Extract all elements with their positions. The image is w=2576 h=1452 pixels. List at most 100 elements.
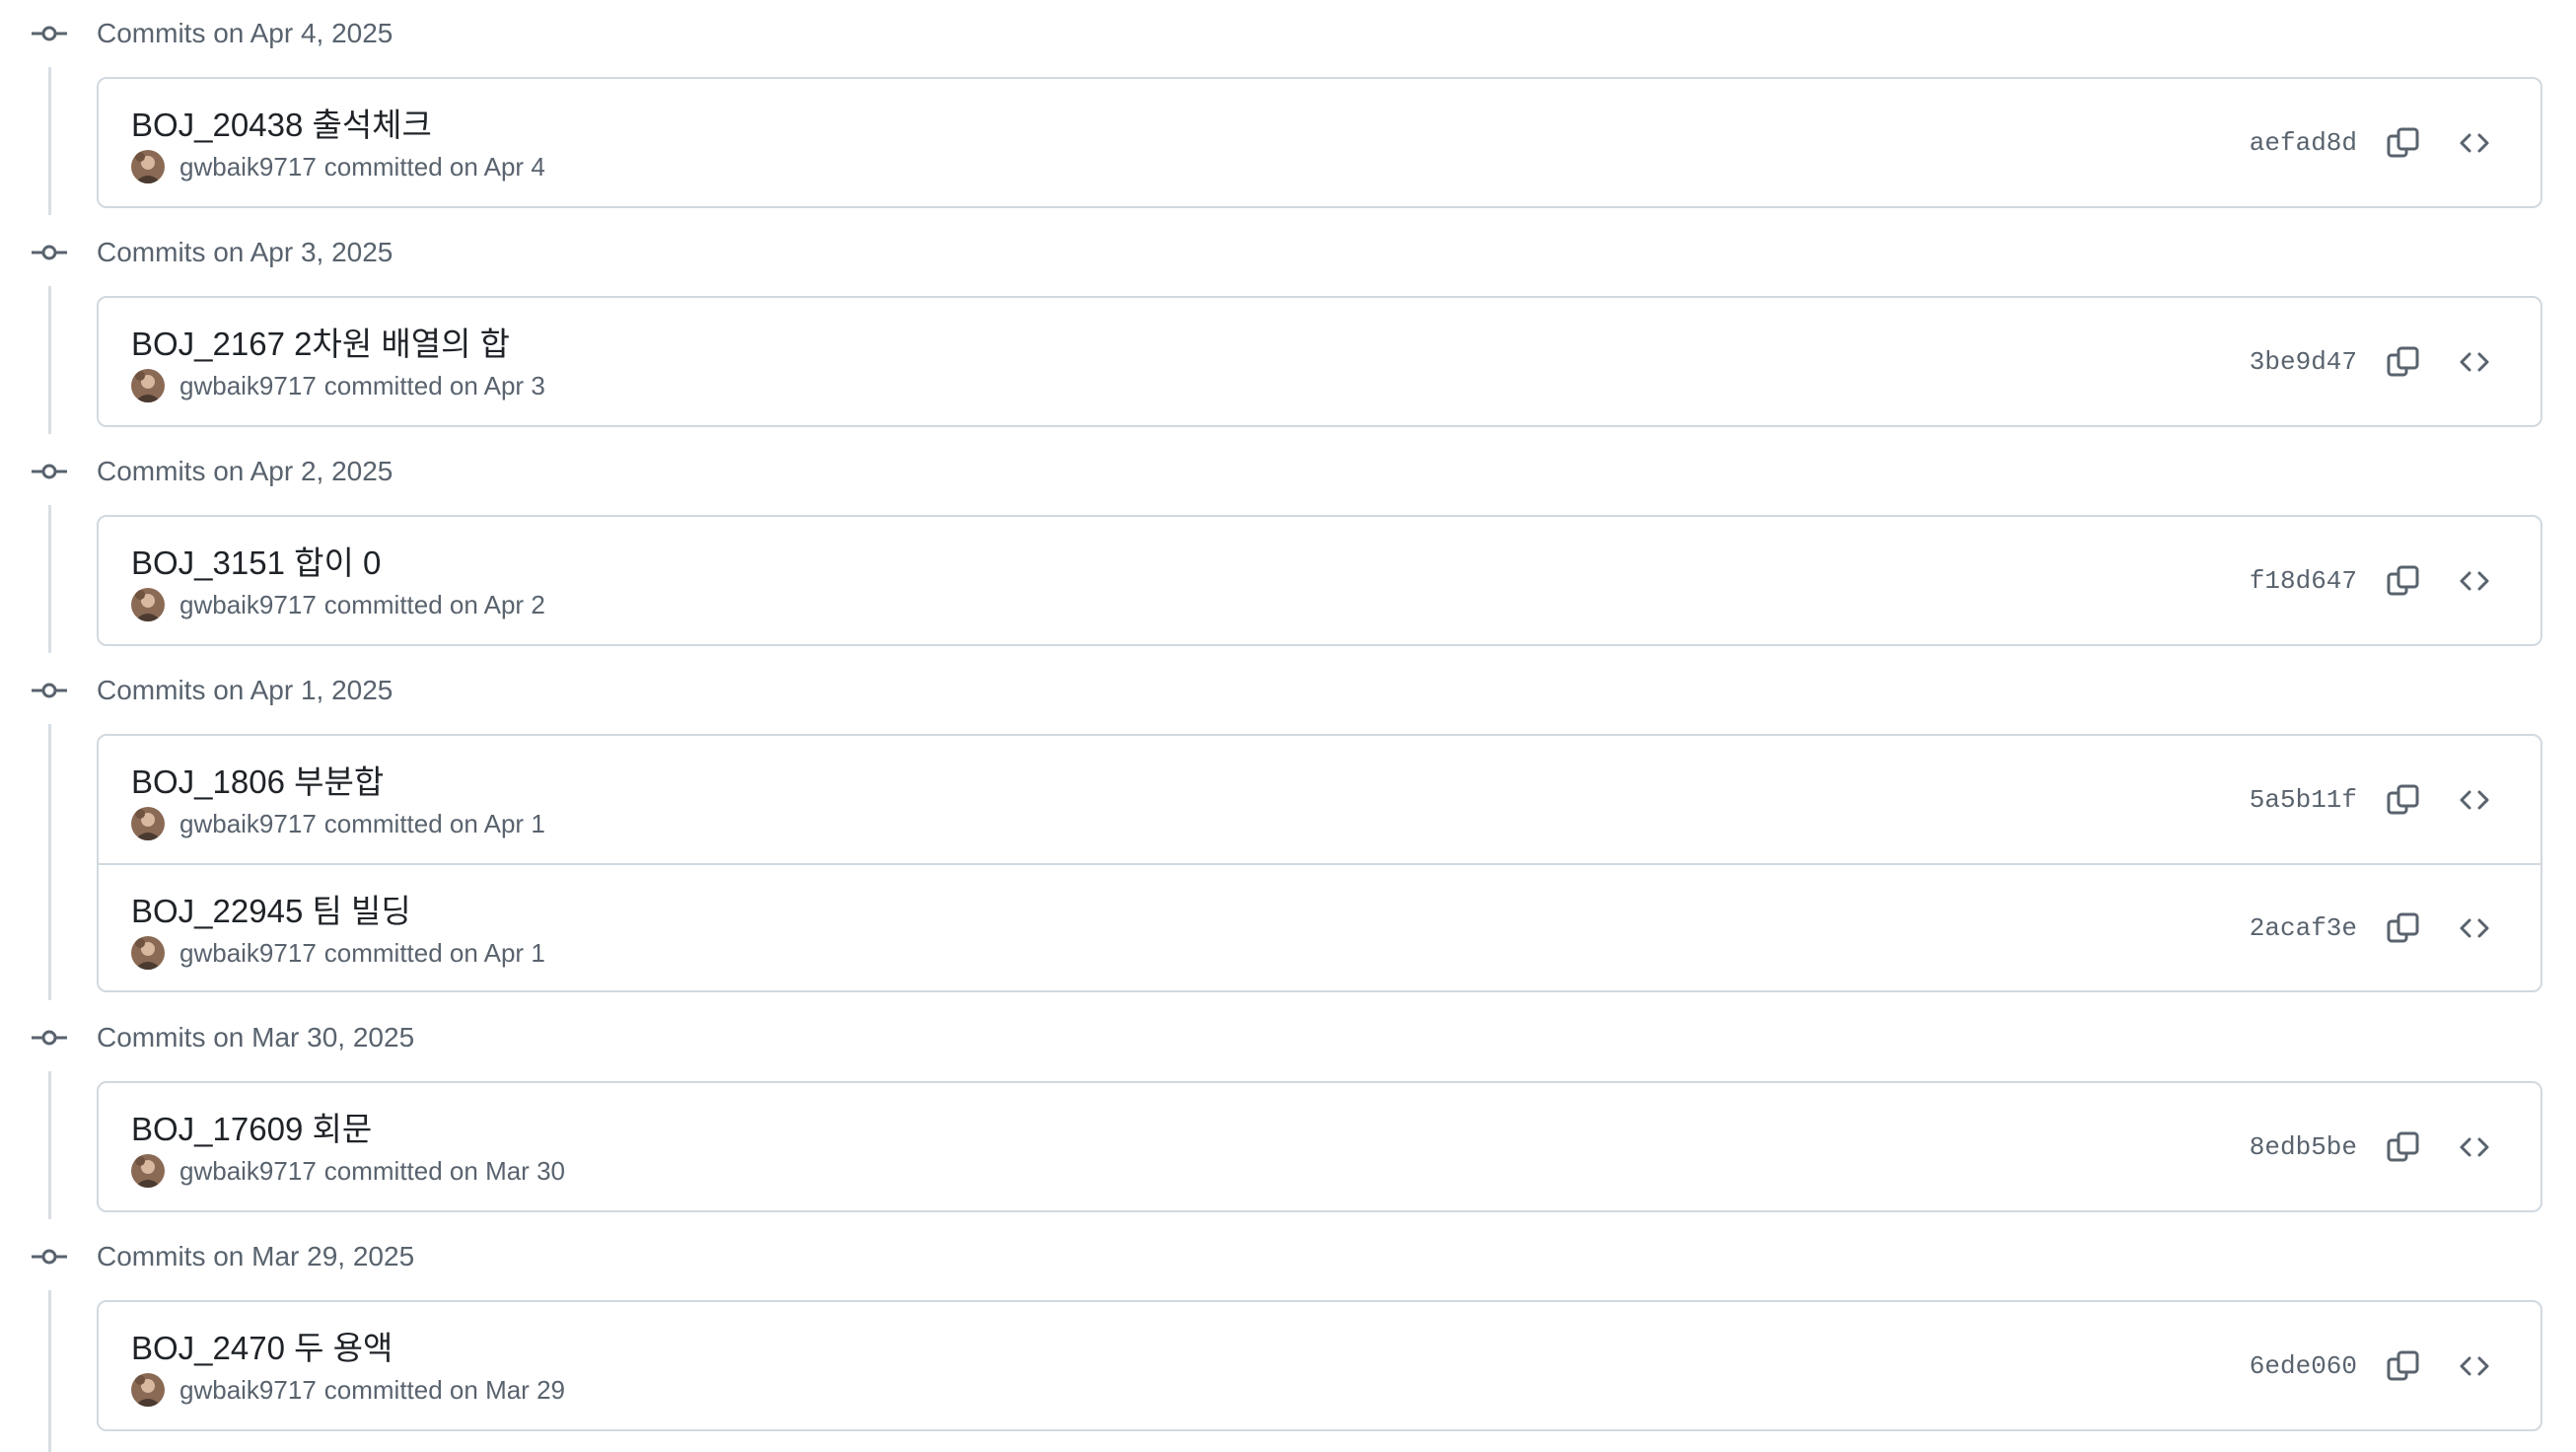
commit-meta: gwbaik9717 committed on Apr 4 bbox=[131, 150, 545, 183]
commit-row: BOJ_2167 2차원 배열의 합 gwbaik9717 committed … bbox=[99, 298, 2540, 425]
commit-row: BOJ_20438 출석체크 gwbaik9717 committed on A… bbox=[99, 79, 2540, 206]
commit-meta: gwbaik9717 committed on Apr 3 bbox=[131, 369, 545, 402]
copy-icon bbox=[2387, 912, 2419, 942]
commit-sha-link[interactable]: 8edb5be bbox=[2250, 1132, 2357, 1162]
code-icon bbox=[2460, 918, 2489, 937]
commit-meta: gwbaik9717 committed on Apr 2 bbox=[131, 588, 545, 621]
copy-icon bbox=[2387, 1350, 2419, 1380]
commit-date-text: committed on Apr 2 bbox=[323, 589, 545, 619]
code-icon bbox=[2460, 133, 2489, 152]
git-commit-icon bbox=[30, 462, 69, 481]
user-avatar[interactable] bbox=[131, 1373, 165, 1407]
copy-sha-button[interactable] bbox=[2378, 555, 2429, 607]
commit-sha-link[interactable]: aefad8d bbox=[2250, 128, 2357, 158]
git-commit-icon bbox=[30, 1247, 69, 1267]
copy-sha-button[interactable] bbox=[2378, 774, 2429, 826]
commit-row: BOJ_1806 부분합 gwbaik9717 committed on Apr… bbox=[99, 736, 2540, 863]
copy-icon bbox=[2387, 784, 2419, 814]
commit-author-link[interactable]: gwbaik9717 bbox=[179, 371, 317, 401]
git-commit-icon bbox=[30, 243, 69, 262]
code-icon bbox=[2460, 1137, 2489, 1156]
commit-list-card: BOJ_3151 합이 0 gwbaik9717 committed on Ap… bbox=[97, 515, 2542, 646]
browse-repo-button[interactable] bbox=[2449, 1341, 2500, 1392]
copy-icon bbox=[2387, 565, 2419, 595]
copy-icon bbox=[2387, 346, 2419, 376]
commit-sha-link[interactable]: 3be9d47 bbox=[2250, 347, 2357, 377]
commit-sha-link[interactable]: 2acaf3e bbox=[2250, 913, 2357, 943]
user-avatar[interactable] bbox=[131, 369, 165, 402]
browse-repo-button[interactable] bbox=[2449, 555, 2500, 607]
user-avatar[interactable] bbox=[131, 1154, 165, 1188]
commit-row: BOJ_22945 팀 빌딩 gwbaik9717 committed on A… bbox=[99, 863, 2540, 990]
timeline-rail bbox=[48, 505, 51, 653]
commit-date-text: committed on Apr 1 bbox=[323, 937, 545, 968]
copy-sha-button[interactable] bbox=[2378, 903, 2429, 954]
commit-title-link[interactable]: BOJ_20438 출석체크 bbox=[131, 99, 432, 146]
commit-list-card: BOJ_20438 출석체크 gwbaik9717 committed on A… bbox=[97, 77, 2542, 208]
commit-author-link[interactable]: gwbaik9717 bbox=[179, 590, 317, 620]
commit-timeline: Commits on Apr 4, 2025 BOJ_20438 출석체크 gw… bbox=[0, 0, 2576, 1452]
commit-title-link[interactable]: BOJ_2470 두 용액 bbox=[131, 1322, 393, 1369]
code-icon bbox=[2460, 1356, 2489, 1375]
user-avatar[interactable] bbox=[131, 588, 165, 621]
commit-title-link[interactable]: BOJ_1806 부분합 bbox=[131, 756, 384, 803]
timeline-rail bbox=[48, 286, 51, 434]
commit-author-link[interactable]: gwbaik9717 bbox=[179, 152, 317, 182]
git-commit-icon bbox=[30, 1028, 69, 1048]
commit-date-text: committed on Mar 29 bbox=[323, 1374, 565, 1405]
commit-group-date: Commits on Apr 3, 2025 bbox=[97, 237, 394, 267]
commit-meta: gwbaik9717 committed on Mar 29 bbox=[131, 1373, 565, 1407]
commit-title-link[interactable]: BOJ_17609 회문 bbox=[131, 1103, 372, 1150]
timeline-rail bbox=[48, 1290, 51, 1452]
copy-sha-button[interactable] bbox=[2378, 336, 2429, 388]
commit-sha-link[interactable]: 5a5b11f bbox=[2250, 785, 2357, 815]
commit-author-link[interactable]: gwbaik9717 bbox=[179, 1156, 317, 1187]
commit-list-card: BOJ_17609 회문 gwbaik9717 committed on Mar… bbox=[97, 1081, 2542, 1212]
commit-sha-link[interactable]: f18d647 bbox=[2250, 566, 2357, 596]
commit-date-text: committed on Mar 30 bbox=[323, 1155, 565, 1186]
commit-date-text: committed on Apr 1 bbox=[323, 808, 545, 838]
commit-author-link[interactable]: gwbaik9717 bbox=[179, 938, 317, 969]
copy-icon bbox=[2387, 127, 2419, 157]
commit-row: BOJ_3151 합이 0 gwbaik9717 committed on Ap… bbox=[99, 517, 2540, 644]
copy-sha-button[interactable] bbox=[2378, 1122, 2429, 1173]
commit-row: BOJ_2470 두 용액 gwbaik9717 committed on Ma… bbox=[99, 1302, 2540, 1429]
commit-meta: gwbaik9717 committed on Apr 1 bbox=[131, 936, 545, 970]
commit-list-card: BOJ_2167 2차원 배열의 합 gwbaik9717 committed … bbox=[97, 296, 2542, 427]
copy-sha-button[interactable] bbox=[2378, 1341, 2429, 1392]
browse-repo-button[interactable] bbox=[2449, 774, 2500, 826]
commit-list-card: BOJ_1806 부분합 gwbaik9717 committed on Apr… bbox=[97, 734, 2542, 992]
copy-sha-button[interactable] bbox=[2378, 117, 2429, 169]
commit-author-link[interactable]: gwbaik9717 bbox=[179, 809, 317, 839]
commit-row: BOJ_17609 회문 gwbaik9717 committed on Mar… bbox=[99, 1083, 2540, 1210]
commit-group-date: Commits on Apr 1, 2025 bbox=[97, 675, 394, 705]
commit-list-card: BOJ_2470 두 용액 gwbaik9717 committed on Ma… bbox=[97, 1300, 2542, 1431]
code-icon bbox=[2460, 352, 2489, 371]
code-icon bbox=[2460, 790, 2489, 809]
commit-group-date: Commits on Apr 4, 2025 bbox=[97, 18, 394, 48]
commit-title-link[interactable]: BOJ_2167 2차원 배열의 합 bbox=[131, 318, 510, 365]
git-commit-icon bbox=[30, 681, 69, 700]
user-avatar[interactable] bbox=[131, 807, 165, 840]
git-commit-icon bbox=[30, 24, 69, 43]
browse-repo-button[interactable] bbox=[2449, 336, 2500, 388]
commit-date-text: committed on Apr 3 bbox=[323, 370, 545, 400]
commit-meta: gwbaik9717 committed on Mar 30 bbox=[131, 1154, 565, 1188]
commit-group-date: Commits on Mar 30, 2025 bbox=[97, 1022, 415, 1053]
user-avatar[interactable] bbox=[131, 936, 165, 970]
browse-repo-button[interactable] bbox=[2449, 117, 2500, 169]
commit-sha-link[interactable]: 6ede060 bbox=[2250, 1351, 2357, 1381]
commit-title-link[interactable]: BOJ_3151 합이 0 bbox=[131, 537, 381, 584]
browse-repo-button[interactable] bbox=[2449, 903, 2500, 954]
timeline-rail bbox=[48, 67, 51, 215]
commit-title-link[interactable]: BOJ_22945 팀 빌딩 bbox=[131, 885, 411, 932]
commit-author-link[interactable]: gwbaik9717 bbox=[179, 1375, 317, 1406]
browse-repo-button[interactable] bbox=[2449, 1122, 2500, 1173]
user-avatar[interactable] bbox=[131, 150, 165, 183]
copy-icon bbox=[2387, 1131, 2419, 1161]
commit-group-date: Commits on Apr 2, 2025 bbox=[97, 456, 394, 486]
code-icon bbox=[2460, 571, 2489, 590]
timeline-rail bbox=[48, 724, 51, 1000]
commit-date-text: committed on Apr 4 bbox=[323, 151, 545, 182]
commit-meta: gwbaik9717 committed on Apr 1 bbox=[131, 807, 545, 840]
